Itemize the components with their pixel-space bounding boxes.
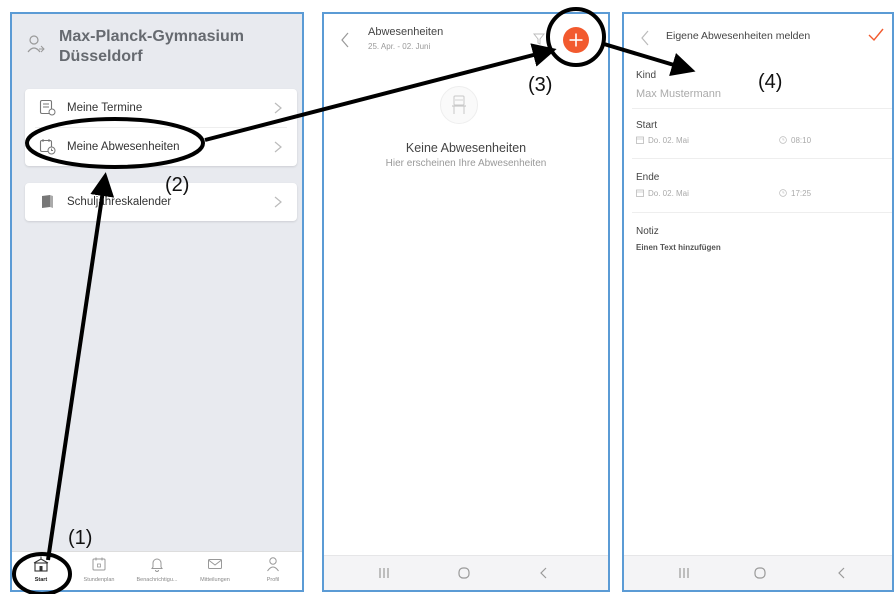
step-label-1: (1) bbox=[68, 527, 93, 549]
arrow-step1-to-step2 bbox=[46, 172, 115, 561]
step-label-2: (2) bbox=[165, 174, 190, 196]
step-label-4: (4) bbox=[758, 71, 783, 93]
arrow-step2-to-step3 bbox=[204, 43, 557, 142]
highlight-add-button bbox=[546, 7, 606, 67]
highlight-start-tab bbox=[12, 552, 72, 594]
step-label-3: (3) bbox=[528, 74, 553, 96]
arrow-step3-to-step4 bbox=[603, 42, 696, 77]
highlight-my-absences bbox=[25, 117, 205, 169]
